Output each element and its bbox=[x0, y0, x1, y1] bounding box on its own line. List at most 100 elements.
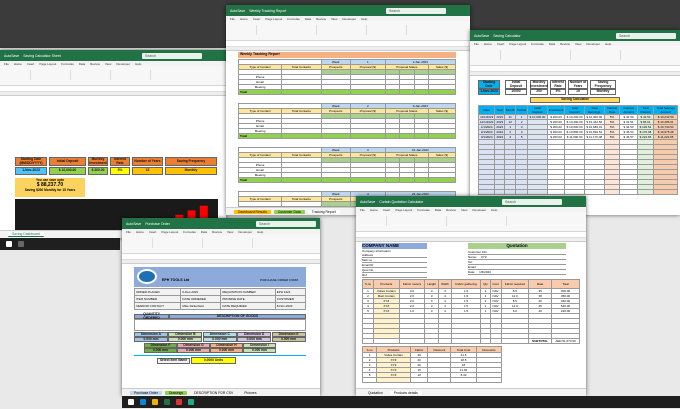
menu-review[interactable]: Review bbox=[316, 17, 326, 21]
menu-formulas[interactable]: Formulas bbox=[287, 17, 300, 21]
menu-formulas[interactable]: Formulas bbox=[531, 42, 544, 46]
sheet-tab[interactable]: Customer Data bbox=[273, 209, 305, 214]
field-label: Customer Info bbox=[468, 250, 487, 254]
menu-page-layout[interactable]: Page Layout bbox=[509, 42, 526, 46]
purchase-order-window: AutoSave Purchase Order Search File Home Ins… bbox=[122, 218, 320, 396]
menu-data[interactable]: Data bbox=[201, 230, 207, 234]
ribbon[interactable] bbox=[226, 21, 470, 41]
menu-help[interactable]: Help bbox=[605, 42, 611, 46]
sheet-tab-saving-dashboard[interactable]: Saving Dashboard bbox=[8, 232, 44, 237]
ribbon[interactable] bbox=[356, 212, 586, 232]
weekly-tracking-window: AutoSave Weekly Tracking Report Search Fil… bbox=[226, 5, 470, 215]
dimension-value: 0.000 mm bbox=[177, 348, 210, 353]
menu-view[interactable]: View bbox=[227, 230, 233, 234]
menu-file[interactable]: File bbox=[360, 208, 365, 212]
menu-insert[interactable]: Insert bbox=[149, 230, 157, 234]
input-value: $ 200.00 bbox=[88, 167, 108, 175]
dimension-value: 0.000 mm bbox=[144, 348, 177, 353]
menu-help[interactable]: Help bbox=[257, 230, 263, 234]
top-header: Starting Date bbox=[478, 80, 500, 89]
cell: $ 10,400.00 bbox=[564, 119, 585, 125]
top-header: Interest Rate bbox=[550, 80, 566, 89]
menu-developer[interactable]: Developer bbox=[238, 230, 252, 234]
menu-home[interactable]: Home bbox=[240, 17, 248, 21]
menu-developer[interactable]: Developer bbox=[116, 62, 130, 66]
menu-insert[interactable]: Insert bbox=[253, 17, 261, 21]
top-value: 1-Nov-2023 bbox=[478, 89, 500, 95]
menu-developer[interactable]: Developer bbox=[342, 17, 356, 21]
field-label: Date: bbox=[468, 270, 476, 274]
sheet-tab[interactable]: Pictures bbox=[240, 390, 261, 395]
sheet-tab[interactable]: DESCRIPTION FOR CSV bbox=[190, 390, 238, 395]
savings-result-box: You can save upto $ 88,237.70 Saving $20… bbox=[15, 178, 85, 197]
menu-review[interactable]: Review bbox=[560, 42, 570, 46]
menu-formulas[interactable]: Formulas bbox=[183, 230, 196, 234]
total-label: Total bbox=[237, 177, 283, 183]
menu-file[interactable]: File bbox=[230, 17, 235, 21]
sheet-tab[interactable]: Purchase Order bbox=[130, 390, 162, 395]
menu-formulas[interactable]: Formulas bbox=[61, 62, 74, 66]
search-box[interactable]: Search bbox=[616, 32, 676, 39]
menu-view[interactable]: View bbox=[461, 208, 467, 212]
menu-formulas[interactable]: Formulas bbox=[417, 208, 430, 212]
search-box[interactable]: Search bbox=[142, 52, 202, 59]
menu-review[interactable]: Review bbox=[90, 62, 100, 66]
menu-file[interactable]: File bbox=[126, 230, 131, 234]
menu-developer[interactable]: Developer bbox=[586, 42, 600, 46]
sheet-tab[interactable]: Tracking Report bbox=[307, 209, 340, 214]
menu-page-layout[interactable]: Page Layout bbox=[265, 17, 282, 21]
menu-home[interactable]: Home bbox=[136, 230, 144, 234]
menu-insert[interactable]: Insert bbox=[383, 208, 391, 212]
sheet-tab[interactable]: Drawings bbox=[164, 390, 188, 395]
menu-data[interactable]: Data bbox=[435, 208, 441, 212]
ribbon[interactable] bbox=[470, 46, 680, 66]
search-box[interactable]: Search bbox=[502, 198, 562, 205]
column-headers bbox=[122, 260, 320, 264]
menu-review[interactable]: Review bbox=[212, 230, 222, 234]
search-box[interactable]: Search bbox=[256, 220, 316, 227]
cell: $ 222.65 bbox=[636, 134, 655, 140]
po-field: ORDER PLACED bbox=[133, 288, 182, 296]
menu-view[interactable]: View bbox=[331, 17, 337, 21]
menu-home[interactable]: Home bbox=[14, 62, 22, 66]
discount-table: S.no Products Fabric Discount Total Cost Disc… bbox=[361, 346, 503, 383]
window-title: Weekly Tracking Report bbox=[249, 8, 287, 13]
sheet-tab[interactable]: Dashboard Results bbox=[234, 209, 271, 214]
menu-page-layout[interactable]: Page Layout bbox=[395, 208, 412, 212]
menu-home[interactable]: Home bbox=[370, 208, 378, 212]
select-item-dropdown[interactable]: Select Item Name bbox=[157, 358, 190, 364]
total-label: Total bbox=[237, 133, 283, 139]
description-area[interactable] bbox=[134, 319, 306, 331]
menu-view[interactable]: View bbox=[105, 62, 111, 66]
menu-view[interactable]: View bbox=[575, 42, 581, 46]
cell: $ 10,730.54 bbox=[653, 124, 678, 130]
dimension-value: 0.000 mm bbox=[271, 337, 306, 342]
ribbon[interactable] bbox=[122, 234, 320, 254]
search-box[interactable]: Search bbox=[386, 7, 446, 14]
menu-review[interactable]: Review bbox=[446, 208, 456, 212]
ribbon[interactable] bbox=[0, 66, 226, 86]
column-header: Cost bbox=[489, 279, 502, 289]
menu-help[interactable]: Help bbox=[361, 17, 367, 21]
cell: $ 10,800.00 bbox=[564, 129, 585, 135]
quotation-window: AutoSave Curtain Quotation Calculator Sear… bbox=[356, 196, 586, 396]
menu-data[interactable]: Data bbox=[305, 17, 311, 21]
week-block: Week 1 2-Jan-2023 Type of Contact Total Cont… bbox=[237, 59, 457, 95]
menu-file[interactable]: File bbox=[474, 42, 479, 46]
menu-data[interactable]: Data bbox=[549, 42, 555, 46]
company-field: Ref bbox=[362, 273, 427, 278]
title-bar: AutoSave Purchase Order Search bbox=[122, 218, 320, 229]
menu-page-layout[interactable]: Page Layout bbox=[161, 230, 178, 234]
menu-developer[interactable]: Developer bbox=[472, 208, 486, 212]
menu-data[interactable]: Data bbox=[79, 62, 85, 66]
menu-home[interactable]: Home bbox=[484, 42, 492, 46]
sheet-tab[interactable]: Products details bbox=[389, 390, 422, 395]
menu-insert[interactable]: Insert bbox=[497, 42, 505, 46]
menu-help[interactable]: Help bbox=[135, 62, 141, 66]
dimension-value: 0.000 mm bbox=[210, 348, 243, 353]
menu-help[interactable]: Help bbox=[491, 208, 497, 212]
menu-insert[interactable]: Insert bbox=[27, 62, 35, 66]
menu-page-layout[interactable]: Page Layout bbox=[39, 62, 56, 66]
sheet-tab[interactable]: Quotation bbox=[364, 390, 387, 395]
menu-file[interactable]: File bbox=[4, 62, 9, 66]
